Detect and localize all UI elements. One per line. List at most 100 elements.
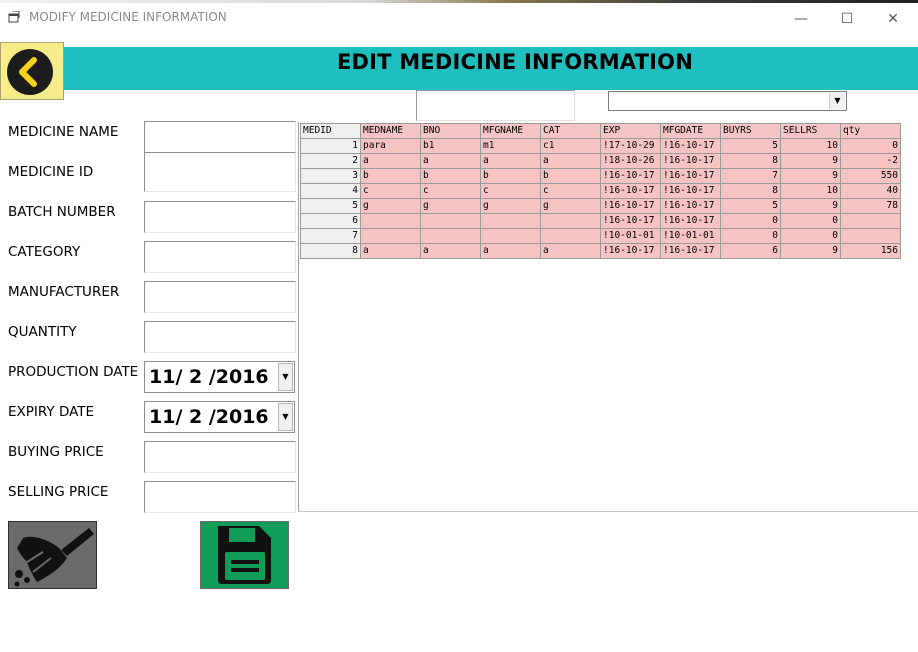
column-header-mfgname[interactable]: MFGNAME bbox=[480, 123, 541, 139]
row-id-cell[interactable]: 3 bbox=[300, 168, 361, 184]
table-cell[interactable]: a bbox=[540, 243, 601, 259]
table-cell[interactable]: a bbox=[540, 153, 601, 169]
table-cell[interactable] bbox=[360, 213, 421, 229]
table-cell[interactable]: 0 bbox=[780, 228, 841, 244]
table-cell[interactable]: -2 bbox=[840, 153, 901, 169]
table-row[interactable]: 8 a a a a !16-10-17 !16-10-17 6 9 156 bbox=[300, 243, 901, 259]
chevron-down-icon[interactable]: ▼ bbox=[278, 403, 293, 431]
expiry-date-picker[interactable]: 11/ 2 /2016 ▼ bbox=[144, 401, 295, 433]
save-button[interactable] bbox=[200, 521, 289, 589]
table-cell[interactable]: a bbox=[360, 243, 421, 259]
row-id-cell[interactable]: 6 bbox=[300, 213, 361, 229]
row-id-cell[interactable]: 8 bbox=[300, 243, 361, 259]
table-row[interactable]: 7 !10-01-01 !10-01-01 0 0 bbox=[300, 228, 901, 244]
category-field[interactable] bbox=[144, 241, 296, 273]
table-cell[interactable]: !16-10-17 bbox=[660, 213, 721, 229]
table-cell[interactable]: a bbox=[420, 153, 481, 169]
table-cell[interactable]: 40 bbox=[840, 183, 901, 199]
table-cell[interactable]: 9 bbox=[780, 243, 841, 259]
table-cell[interactable]: !10-01-01 bbox=[660, 228, 721, 244]
search-filter-select[interactable]: ▼ bbox=[608, 91, 847, 111]
table-cell[interactable]: !16-10-17 bbox=[600, 183, 661, 199]
table-cell[interactable] bbox=[840, 213, 901, 229]
column-header-medname[interactable]: MEDNAME bbox=[360, 123, 421, 139]
table-cell[interactable]: 6 bbox=[720, 243, 781, 259]
buying-price-field[interactable] bbox=[144, 441, 296, 473]
medicine-name-field[interactable] bbox=[144, 121, 296, 153]
table-cell[interactable]: !16-10-17 bbox=[600, 168, 661, 184]
table-cell[interactable]: 8 bbox=[720, 183, 781, 199]
table-cell[interactable]: c bbox=[540, 183, 601, 199]
minimize-button[interactable]: — bbox=[778, 6, 824, 32]
clear-button[interactable] bbox=[8, 521, 97, 589]
column-header-exp[interactable]: EXP bbox=[600, 123, 661, 139]
table-cell[interactable]: !16-10-17 bbox=[600, 198, 661, 214]
table-row[interactable]: 1 para b1 m1 c1 !17-10-29 !16-10-17 5 10 0 bbox=[300, 138, 901, 154]
medicine-table[interactable]: MEDID MEDNAME BNO MFGNAME CAT EXP MFGDATE BUYRS… bbox=[298, 122, 918, 512]
table-row[interactable]: 6 !16-10-17 !16-10-17 0 0 bbox=[300, 213, 901, 229]
table-cell[interactable]: 0 bbox=[720, 213, 781, 229]
table-cell[interactable]: !16-10-17 bbox=[660, 183, 721, 199]
column-header-mfgdate[interactable]: MFGDATE bbox=[660, 123, 721, 139]
chevron-down-icon[interactable]: ▼ bbox=[278, 363, 293, 391]
row-id-cell[interactable]: 4 bbox=[300, 183, 361, 199]
table-cell[interactable]: 7 bbox=[720, 168, 781, 184]
table-cell[interactable]: 5 bbox=[720, 198, 781, 214]
table-cell[interactable]: a bbox=[420, 243, 481, 259]
table-row[interactable]: 5 g g g g !16-10-17 !16-10-17 5 9 78 bbox=[300, 198, 901, 214]
table-cell[interactable]: !16-10-17 bbox=[660, 243, 721, 259]
table-cell[interactable]: m1 bbox=[480, 138, 541, 154]
table-cell[interactable]: !10-01-01 bbox=[600, 228, 661, 244]
table-cell[interactable]: !17-10-29 bbox=[600, 138, 661, 154]
quantity-field[interactable] bbox=[144, 321, 296, 353]
table-cell[interactable]: !16-10-17 bbox=[660, 138, 721, 154]
table-cell[interactable]: 0 bbox=[720, 228, 781, 244]
column-header-buyrs[interactable]: BUYRS bbox=[720, 123, 781, 139]
column-header-medid[interactable]: MEDID bbox=[300, 123, 361, 139]
table-cell[interactable] bbox=[420, 213, 481, 229]
table-cell[interactable]: g bbox=[540, 198, 601, 214]
table-cell[interactable]: 9 bbox=[780, 198, 841, 214]
table-cell[interactable] bbox=[480, 213, 541, 229]
table-cell[interactable]: a bbox=[360, 153, 421, 169]
table-cell[interactable] bbox=[840, 228, 901, 244]
table-cell[interactable]: b bbox=[360, 168, 421, 184]
table-cell[interactable]: a bbox=[480, 153, 541, 169]
table-cell[interactable]: 5 bbox=[720, 138, 781, 154]
table-cell[interactable]: b bbox=[480, 168, 541, 184]
table-cell[interactable]: g bbox=[480, 198, 541, 214]
table-cell[interactable] bbox=[540, 228, 601, 244]
row-id-cell[interactable]: 5 bbox=[300, 198, 361, 214]
chevron-down-icon[interactable]: ▼ bbox=[829, 93, 845, 109]
table-cell[interactable]: g bbox=[360, 198, 421, 214]
column-header-bno[interactable]: BNO bbox=[420, 123, 481, 139]
selling-price-field[interactable] bbox=[144, 481, 296, 513]
table-cell[interactable]: 10 bbox=[780, 138, 841, 154]
table-cell[interactable]: 10 bbox=[780, 183, 841, 199]
search-input[interactable] bbox=[416, 90, 575, 121]
table-cell[interactable]: !16-10-17 bbox=[600, 243, 661, 259]
row-id-cell[interactable]: 1 bbox=[300, 138, 361, 154]
batch-number-field[interactable] bbox=[144, 201, 296, 233]
table-cell[interactable] bbox=[540, 213, 601, 229]
row-id-cell[interactable]: 2 bbox=[300, 153, 361, 169]
table-cell[interactable]: 9 bbox=[780, 153, 841, 169]
manufacturer-field[interactable] bbox=[144, 281, 296, 313]
column-header-qty[interactable]: qty bbox=[840, 123, 901, 139]
table-cell[interactable]: 8 bbox=[720, 153, 781, 169]
table-cell[interactable]: b bbox=[540, 168, 601, 184]
close-button[interactable]: ✕ bbox=[870, 6, 916, 32]
table-cell[interactable]: !16-10-17 bbox=[600, 213, 661, 229]
table-cell[interactable]: b1 bbox=[420, 138, 481, 154]
table-cell[interactable]: b bbox=[420, 168, 481, 184]
table-cell[interactable]: c bbox=[480, 183, 541, 199]
table-cell[interactable]: 550 bbox=[840, 168, 901, 184]
medicine-id-field[interactable] bbox=[144, 152, 296, 192]
table-cell[interactable]: !16-10-17 bbox=[660, 198, 721, 214]
maximize-button[interactable]: ☐ bbox=[824, 6, 870, 32]
table-cell[interactable]: c bbox=[360, 183, 421, 199]
production-date-picker[interactable]: 11/ 2 /2016 ▼ bbox=[144, 361, 295, 393]
column-header-cat[interactable]: CAT bbox=[540, 123, 601, 139]
table-cell[interactable]: 78 bbox=[840, 198, 901, 214]
table-cell[interactable]: !18-10-26 bbox=[600, 153, 661, 169]
